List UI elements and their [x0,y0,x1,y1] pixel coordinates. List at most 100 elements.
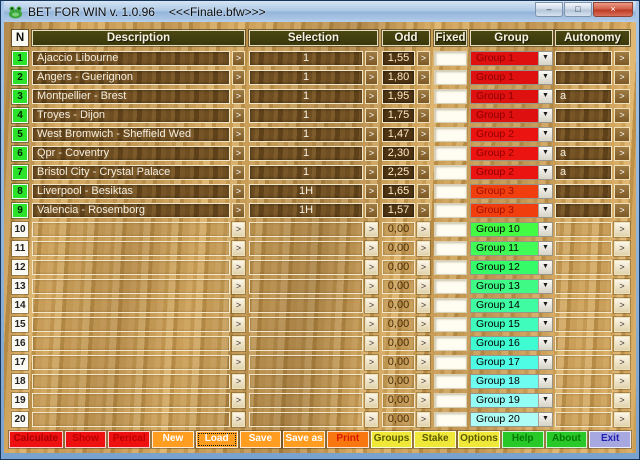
description-expand-button[interactable]: > [232,241,245,256]
group-select[interactable]: Group 11 ▼ [470,241,553,256]
autonomy-field[interactable] [555,336,612,351]
autonomy-expand-button[interactable]: > [614,336,630,351]
odd-expand-button[interactable]: > [417,51,430,66]
group-select[interactable]: Group 13 ▼ [470,279,553,294]
selection-field[interactable] [249,222,363,237]
fixed-field[interactable] [434,127,467,142]
description-expand-button[interactable]: > [232,412,245,427]
description-field[interactable] [32,298,230,313]
group-select[interactable]: Group 1 ▼ [470,70,553,85]
autonomy-field[interactable] [555,127,612,142]
odd-expand-button[interactable]: > [417,108,430,123]
fixed-field[interactable] [434,298,467,313]
description-field[interactable]: Bristol City - Crystal Palace [32,165,230,180]
description-expand-button[interactable]: > [232,89,245,104]
description-expand-button[interactable]: > [232,127,245,142]
description-expand-button[interactable]: > [232,279,245,294]
load-button[interactable]: Load [195,431,238,448]
selection-expand-button[interactable]: > [365,184,378,199]
fixed-field[interactable] [434,89,467,104]
print-button[interactable]: Print [326,431,369,448]
selection-field[interactable]: 1H [249,184,363,199]
description-field[interactable] [32,260,230,275]
dropdown-arrow-icon[interactable]: ▼ [538,109,552,122]
odd-expand-button[interactable]: > [417,298,430,313]
autonomy-expand-button[interactable]: > [614,127,630,142]
group-select[interactable]: Group 2 ▼ [470,146,553,161]
dropdown-arrow-icon[interactable]: ▼ [538,337,552,350]
autonomy-field[interactable] [555,241,612,256]
selection-field[interactable] [249,279,363,294]
fixed-field[interactable] [434,203,467,218]
selection-expand-button[interactable]: > [365,146,378,161]
description-field[interactable] [32,317,230,332]
autonomy-field[interactable] [555,108,612,123]
fixed-field[interactable] [434,165,467,180]
group-select[interactable]: Group 10 ▼ [470,222,553,237]
maximize-icon[interactable]: □ [564,2,592,17]
autonomy-expand-button[interactable]: > [614,165,630,180]
fixed-field[interactable] [434,108,467,123]
perical-button[interactable]: Perical [108,431,151,448]
dropdown-arrow-icon[interactable]: ▼ [538,128,552,141]
odd-field[interactable]: 2,25 [382,165,415,180]
description-field[interactable] [32,222,230,237]
odd-expand-button[interactable]: > [417,146,430,161]
group-select[interactable]: Group 2 ▼ [470,165,553,180]
odd-field[interactable]: 0,00 [382,317,415,332]
group-select[interactable]: Group 1 ▼ [470,108,553,123]
description-field[interactable] [32,336,230,351]
group-select[interactable]: Group 14 ▼ [470,298,553,313]
calculate-button[interactable]: Calculate [9,431,63,448]
dropdown-arrow-icon[interactable]: ▼ [538,71,552,84]
autonomy-expand-button[interactable]: > [614,51,630,66]
fixed-field[interactable] [434,355,467,370]
dropdown-arrow-icon[interactable]: ▼ [538,280,552,293]
selection-field[interactable] [249,393,363,408]
selection-field[interactable]: 1 [249,89,363,104]
autonomy-field[interactable]: a [555,146,612,161]
description-field[interactable]: Qpr - Coventry [32,146,230,161]
selection-expand-button[interactable]: > [365,241,378,256]
odd-field[interactable]: 0,00 [382,412,415,427]
description-field[interactable]: Montpellier - Brest [32,89,230,104]
fixed-field[interactable] [434,317,467,332]
description-field[interactable]: Valencia - Rosemborg [32,203,230,218]
autonomy-field[interactable] [555,260,612,275]
group-select[interactable]: Group 1 ▼ [470,89,553,104]
odd-field[interactable]: 0,00 [382,298,415,313]
selection-expand-button[interactable]: > [365,298,378,313]
description-field[interactable]: Ajaccio Libourne [32,51,230,66]
description-field[interactable]: Liverpool - Besiktas [32,184,230,199]
stake-button[interactable]: Stake [414,431,457,448]
groups-button[interactable]: Groups [370,431,413,448]
odd-expand-button[interactable]: > [417,203,430,218]
selection-field[interactable] [249,260,363,275]
exit-button[interactable]: Exit [589,431,631,448]
save-button[interactable]: Save [239,431,282,448]
autonomy-field[interactable] [555,298,612,313]
autonomy-field[interactable] [555,355,612,370]
description-field[interactable] [32,412,230,427]
description-expand-button[interactable]: > [232,70,245,85]
selection-field[interactable] [249,412,363,427]
selection-field[interactable] [249,336,363,351]
group-select[interactable]: Group 3 ▼ [470,184,553,199]
odd-field[interactable]: 0,00 [382,336,415,351]
odd-expand-button[interactable]: > [417,393,430,408]
odd-field[interactable]: 0,00 [382,374,415,389]
fixed-field[interactable] [434,260,467,275]
selection-field[interactable] [249,241,363,256]
description-expand-button[interactable]: > [232,374,245,389]
description-expand-button[interactable]: > [232,298,245,313]
selection-expand-button[interactable]: > [365,127,378,142]
options-button[interactable]: Options [458,431,500,448]
dropdown-arrow-icon[interactable]: ▼ [538,242,552,255]
autonomy-expand-button[interactable]: > [614,374,630,389]
description-field[interactable] [32,393,230,408]
autonomy-expand-button[interactable]: > [614,70,630,85]
description-expand-button[interactable]: > [232,165,245,180]
selection-expand-button[interactable]: > [365,355,378,370]
odd-field[interactable]: 1,80 [382,70,415,85]
fixed-field[interactable] [434,393,467,408]
